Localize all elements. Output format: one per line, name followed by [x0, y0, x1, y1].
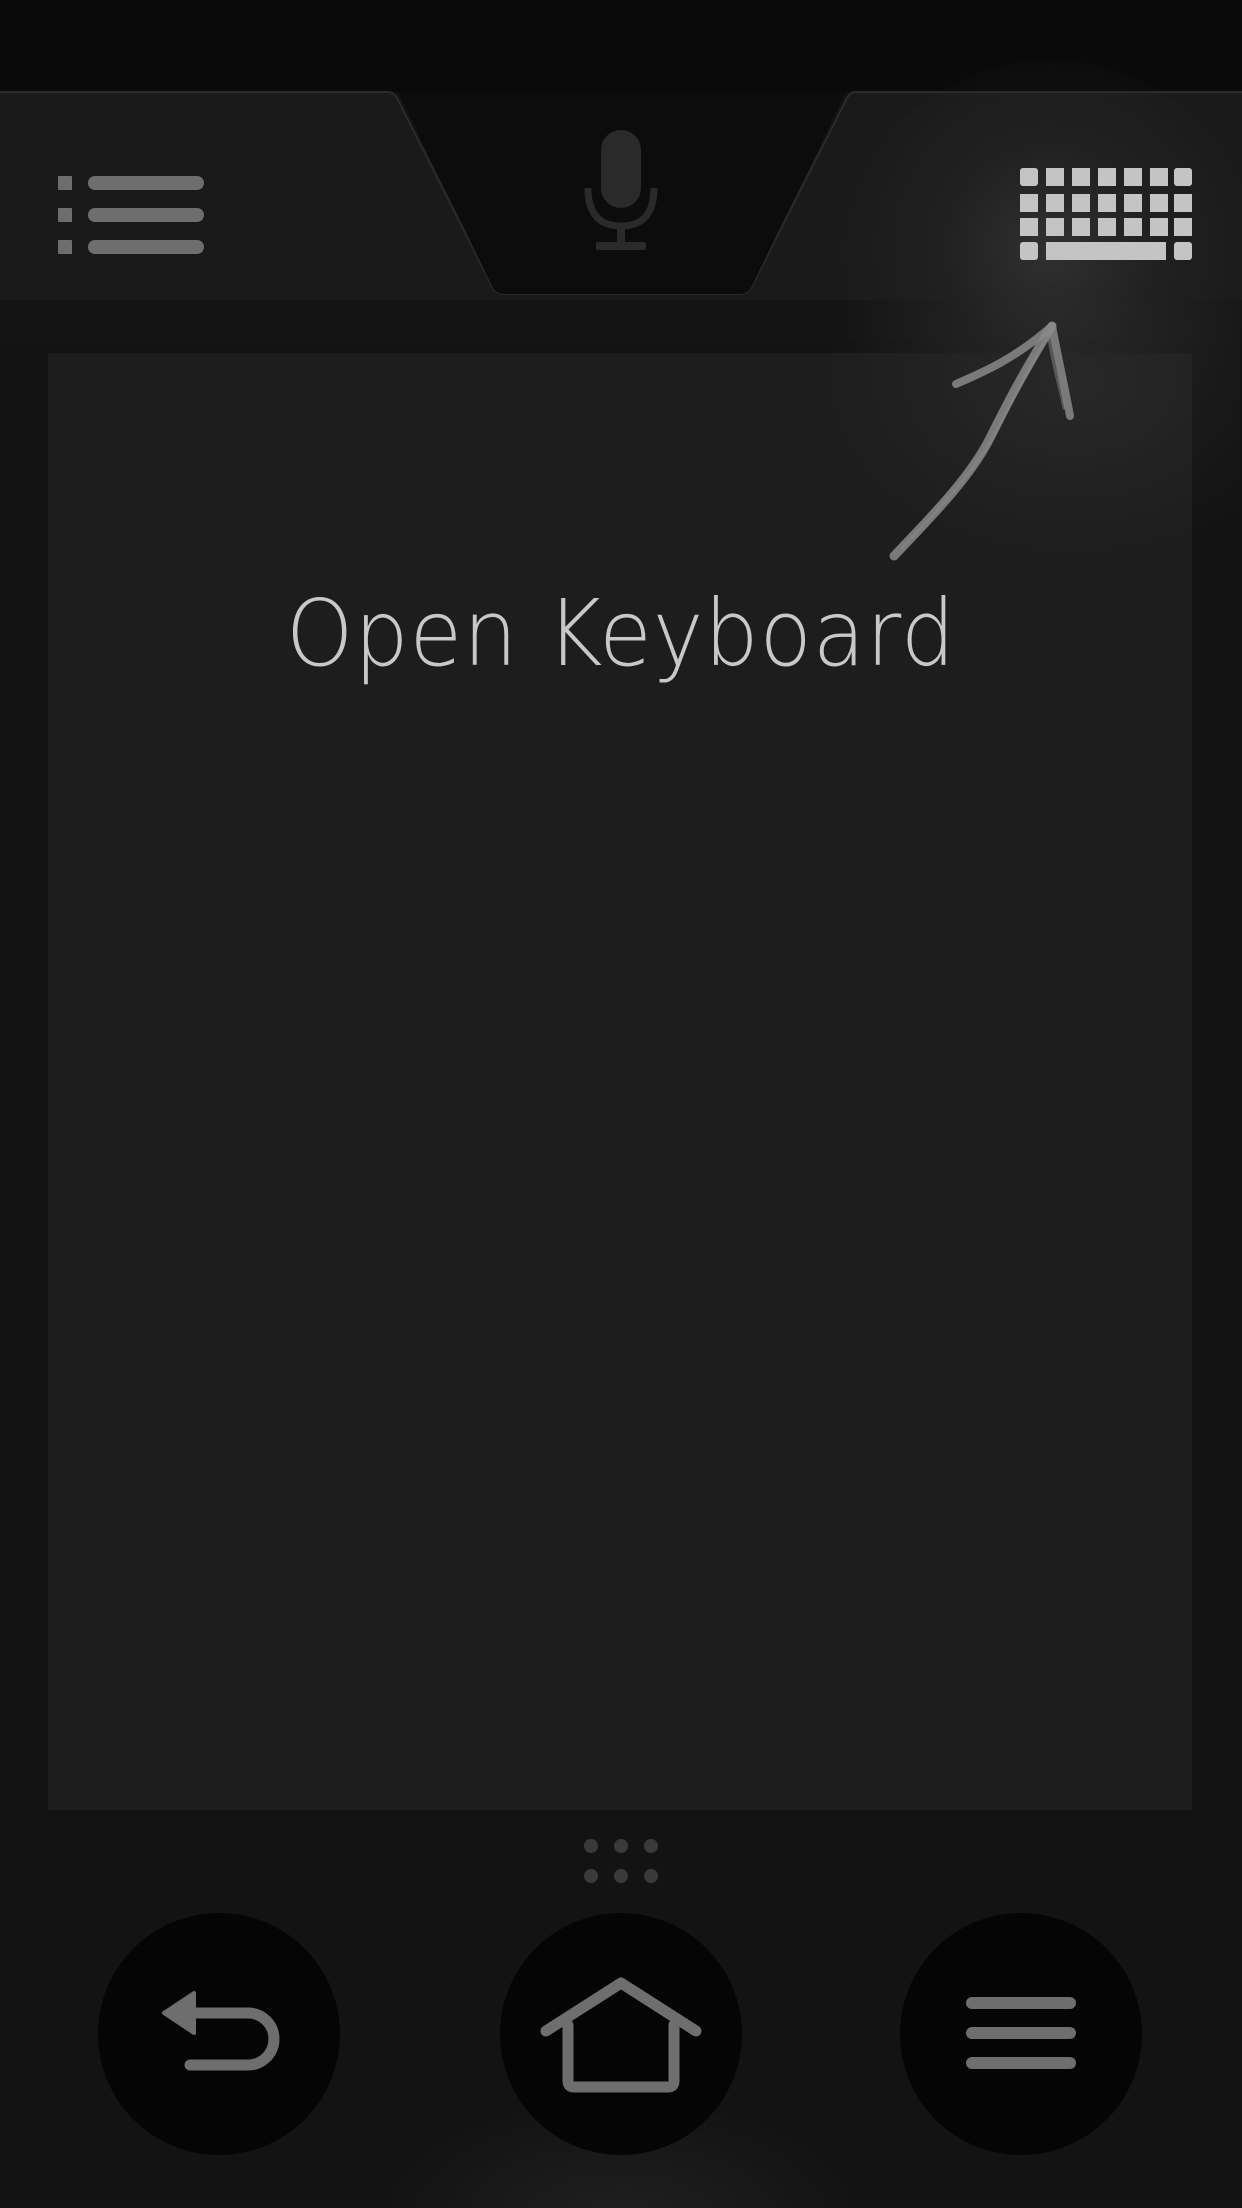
keyboard-icon[interactable]	[1018, 166, 1194, 262]
open-keyboard-hint: Open Keyboard	[285, 580, 957, 687]
back-button[interactable]	[98, 1913, 340, 2155]
hint-arrow-icon	[889, 321, 1074, 561]
remote-screen: Open Keyboard	[0, 0, 1242, 2208]
home-icon	[540, 1977, 702, 2093]
menu-icon	[966, 1997, 1076, 2069]
list-icon[interactable]	[56, 172, 206, 262]
drag-handle-dots-icon[interactable]	[583, 1838, 659, 1884]
top-bar	[0, 0, 1242, 480]
menu-button[interactable]	[900, 1913, 1142, 2155]
back-arrow-icon	[162, 1991, 280, 2071]
touchpad-area[interactable]	[48, 353, 1192, 1810]
home-button[interactable]	[500, 1913, 742, 2155]
microphone-icon[interactable]	[580, 128, 662, 254]
